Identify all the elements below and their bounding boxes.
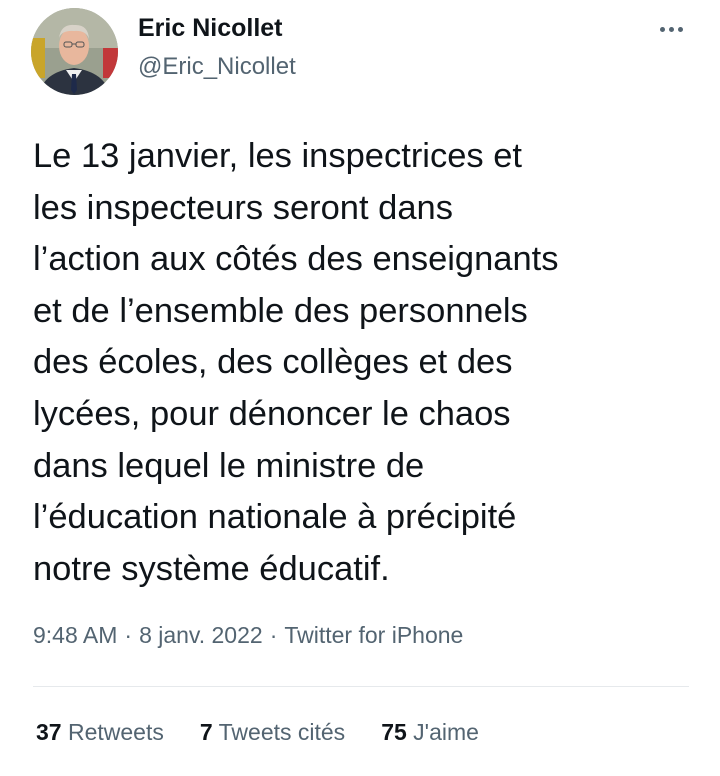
tweet-date-link[interactable]: 8 janv. 2022 xyxy=(139,622,263,648)
tweet-stats: 37 Retweets 7 Tweets cités 75 J'aime xyxy=(36,719,515,746)
author-display-name[interactable]: Eric Nicollet xyxy=(138,14,283,43)
meta-separator: · xyxy=(269,622,278,648)
author-handle[interactable]: @Eric_Nicollet xyxy=(138,53,296,81)
more-options-button[interactable] xyxy=(652,18,692,42)
likes-count: 75 xyxy=(381,719,407,745)
divider xyxy=(33,686,689,687)
quote-tweets-label: Tweets cités xyxy=(218,719,346,745)
avatar-photo-icon xyxy=(31,8,118,95)
tweet-text: Le 13 janvier, les inspectrices et les i… xyxy=(33,137,559,588)
meta-separator: · xyxy=(124,622,133,648)
quote-tweets-stat[interactable]: 7 Tweets cités xyxy=(200,719,345,746)
retweets-stat[interactable]: 37 Retweets xyxy=(36,719,164,746)
likes-stat[interactable]: 75 J'aime xyxy=(381,719,479,746)
retweets-count: 37 xyxy=(36,719,62,745)
quote-tweets-count: 7 xyxy=(199,719,213,745)
tweet-source-link[interactable]: Twitter for iPhone xyxy=(284,622,463,648)
author-avatar[interactable] xyxy=(31,8,118,95)
tweet-time-link[interactable]: 9:48 AM xyxy=(33,622,117,648)
tweet-meta: 9:48 AM · 8 janv. 2022 · Twitter for iPhone xyxy=(33,622,463,649)
likes-label: J'aime xyxy=(413,719,479,745)
tweet-card: Eric Nicollet @Eric_Nicollet Le 13 janvi… xyxy=(0,0,720,776)
retweets-label: Retweets xyxy=(67,719,164,745)
